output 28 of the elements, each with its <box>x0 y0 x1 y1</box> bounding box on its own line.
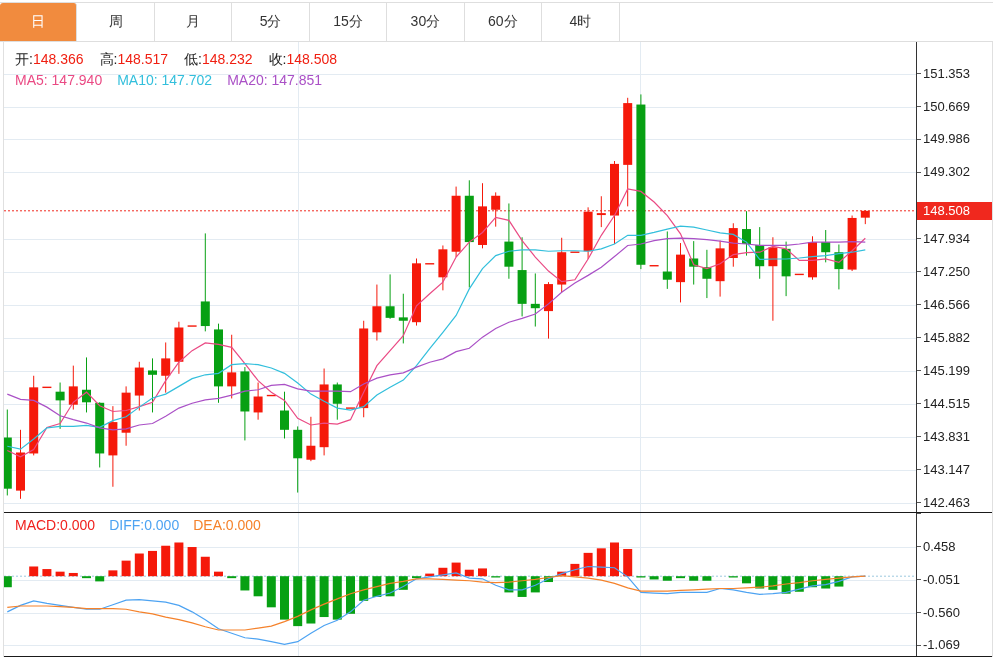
moving-average-reading: MA5: 147.940 <box>15 72 103 88</box>
axis-label: -0.051 <box>923 571 960 588</box>
axis-label: 145.199 <box>923 362 970 379</box>
price-reading: 开:148.366 <box>15 51 84 69</box>
price-reading: 低:148.232 <box>184 51 253 69</box>
current-price-label: 148.508 <box>917 201 992 220</box>
axis-label: 149.986 <box>923 131 970 148</box>
price-reading: 收:148.508 <box>268 51 337 69</box>
axis-label: 146.566 <box>923 296 970 313</box>
axis-label: 143.831 <box>923 428 970 445</box>
axis-label: 151.353 <box>923 65 970 82</box>
price-reading: 高:148.517 <box>99 51 168 69</box>
moving-average-reading: MA20: 147.851 <box>227 72 323 88</box>
macd-reading: DEA:0.000 <box>193 517 261 533</box>
axis-label: 0.458 <box>923 538 956 555</box>
axis-label: 143.147 <box>923 461 970 478</box>
axis-label: 145.882 <box>923 329 970 346</box>
macd-reading: DIFF:0.000 <box>109 517 180 533</box>
axis-label: 142.463 <box>923 494 970 511</box>
axis-label: 147.250 <box>923 263 970 280</box>
axis-label: 144.515 <box>923 395 970 412</box>
axis-label: 150.669 <box>923 98 970 115</box>
axis-label: -0.560 <box>923 604 960 621</box>
axis-label: -1.069 <box>923 637 960 654</box>
macd-reading: MACD:0.000 <box>15 517 96 533</box>
axis-label: 149.302 <box>923 164 970 181</box>
axis-label: 147.934 <box>923 230 970 247</box>
moving-average-reading: MA10: 147.702 <box>117 72 213 88</box>
